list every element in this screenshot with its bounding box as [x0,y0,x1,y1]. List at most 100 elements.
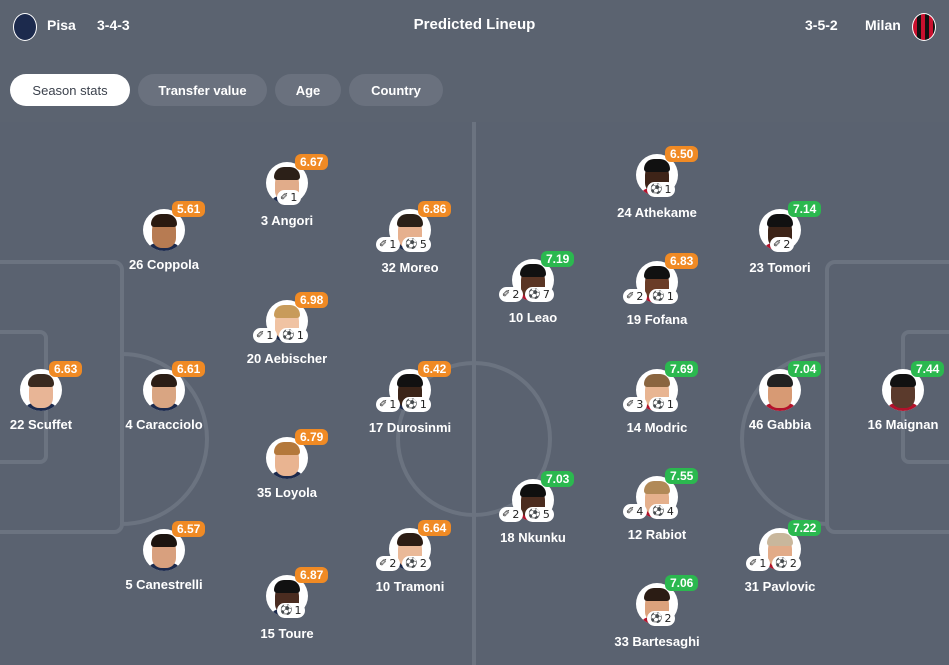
ball-icon: ⚽ [650,613,663,624]
player-name: 46 Gabbia [748,417,812,432]
player-stats: ⚽ 2 [647,611,676,626]
ball-icon: ⚽ [652,506,665,517]
player-card[interactable]: 5.61 26 Coppola [104,201,224,272]
ball-icon: ⚽ [405,399,418,410]
player-card[interactable]: 6.86 ✐ 1 ⚽ 5 32 Moreo [350,201,470,275]
goal-count: ⚽ 1 [279,328,308,343]
player-name: 14 Modric [626,420,688,435]
boot-icon: ✐ [626,399,635,410]
ball-icon: ⚽ [405,558,418,569]
player-card[interactable]: 6.57 5 Canestrelli [104,521,224,592]
player-stats: ✐ 2 [770,237,795,252]
assist-value: 1 [389,238,397,251]
player-stats: ⚽ 1 [277,603,306,618]
goal-value: 1 [664,183,672,196]
boot-icon: ✐ [773,239,782,250]
ball-icon: ⚽ [775,558,788,569]
tab-country[interactable]: Country [349,74,443,106]
goal-count: ⚽ 1 [647,182,676,197]
player-card[interactable]: 6.87 ⚽ 1 15 Toure [227,567,347,641]
player-card[interactable]: 7.19 ✐ 2 ⚽ 7 10 Leao [473,251,593,325]
player-name: 23 Tomori [749,260,811,275]
rating-badge: 7.69 [665,361,699,377]
assist-count: ✐ 2 [499,507,524,522]
boot-icon: ✐ [626,506,635,517]
player-stats: ✐ 2 ⚽ 7 [499,287,554,302]
player-name: 5 Canestrelli [125,577,203,592]
player-name: 19 Fofana [626,312,688,327]
player-card[interactable]: 6.79 35 Loyola [227,429,347,500]
player-stats: ✐ 1 ⚽ 2 [746,556,801,571]
rating-badge: 6.98 [295,292,329,308]
goal-count: ⚽ 1 [649,397,678,412]
tab-age[interactable]: Age [275,74,341,106]
assist-count: ✐ 3 [623,397,648,412]
rating-badge: 7.22 [788,520,822,536]
goal-count: ⚽ 1 [277,603,306,618]
player-stats: ✐ 1 [277,190,302,205]
player-card[interactable]: 6.83 ✐ 2 ⚽ 1 19 Fofana [597,253,717,327]
player-stats: ✐ 1 ⚽ 1 [376,397,431,412]
player-card[interactable]: 6.67 ✐ 1 3 Angori [227,154,347,228]
player-card[interactable]: 6.61 4 Caracciolo [104,361,224,432]
goal-value: 1 [296,329,304,342]
boot-icon: ✐ [379,239,388,250]
goal-count: ⚽ 2 [772,556,801,571]
boot-icon: ✐ [749,558,758,569]
rating-badge: 6.63 [49,361,83,377]
rating-badge: 7.06 [665,575,699,591]
ball-icon: ⚽ [282,330,295,341]
tab-transfer-value[interactable]: Transfer value [138,74,267,106]
boot-icon: ✐ [502,509,511,520]
player-stats: ✐ 1 ⚽ 1 [253,328,308,343]
player-name: 33 Bartesaghi [614,634,700,649]
rating-badge: 6.67 [295,154,329,170]
player-card[interactable]: 6.64 ✐ 2 ⚽ 2 10 Tramoni [350,520,470,594]
assist-value: 1 [759,557,767,570]
assist-value: 2 [512,288,520,301]
player-name: 22 Scuffet [9,417,73,432]
player-name: 24 Athekame [617,205,697,220]
boot-icon: ✐ [280,192,289,203]
assist-count: ✐ 1 [746,556,771,571]
player-name: 18 Nkunku [500,530,566,545]
rating-badge: 6.61 [172,361,206,377]
player-card[interactable]: 7.55 ✐ 4 ⚽ 4 12 Rabiot [597,468,717,542]
player-card[interactable]: 7.69 ✐ 3 ⚽ 1 14 Modric [597,361,717,435]
goal-count: ⚽ 2 [647,611,676,626]
goal-value: 1 [419,398,427,411]
player-card[interactable]: 6.50 ⚽ 1 24 Athekame [597,146,717,220]
player-stats: ⚽ 1 [647,182,676,197]
player-stats: ✐ 4 ⚽ 4 [623,504,678,519]
tab-bar: Season stats Transfer value Age Country [0,52,949,122]
player-card[interactable]: 7.06 ⚽ 2 33 Bartesaghi [597,575,717,649]
rating-badge: 6.42 [418,361,452,377]
player-stats: ✐ 1 ⚽ 5 [376,237,431,252]
assist-value: 3 [636,398,644,411]
rating-badge: 7.19 [541,251,575,267]
assist-value: 2 [636,290,644,303]
player-name: 35 Loyola [257,485,317,500]
goal-value: 1 [666,398,674,411]
tab-season-stats[interactable]: Season stats [10,74,130,106]
player-card[interactable]: 7.22 ✐ 1 ⚽ 2 31 Pavlovic [720,520,840,594]
player-name: 3 Angori [260,213,314,228]
player-card[interactable]: 7.44 16 Maignan [843,361,949,432]
ball-icon: ⚽ [652,399,665,410]
ball-icon: ⚽ [405,239,418,250]
away-team-name[interactable]: Milan [865,17,901,33]
player-card[interactable]: 7.03 ✐ 2 ⚽ 5 18 Nkunku [473,471,593,545]
assist-value: 1 [290,191,298,204]
goal-value: 7 [542,288,550,301]
goal-count: ⚽ 2 [402,556,431,571]
player-name: 17 Durosinmi [368,420,452,435]
milan-logo-icon [912,13,936,41]
player-card[interactable]: 7.04 46 Gabbia [720,361,840,432]
player-name: 10 Leao [508,310,558,325]
goal-count: ⚽ 1 [649,289,678,304]
player-card[interactable]: 7.14 ✐ 2 23 Tomori [720,201,840,275]
boot-icon: ✐ [502,289,511,300]
player-card[interactable]: 6.42 ✐ 1 ⚽ 1 17 Durosinmi [350,361,470,435]
player-card[interactable]: 6.98 ✐ 1 ⚽ 1 20 Aebischer [227,292,347,366]
player-card[interactable]: 6.63 22 Scuffet [0,361,101,432]
